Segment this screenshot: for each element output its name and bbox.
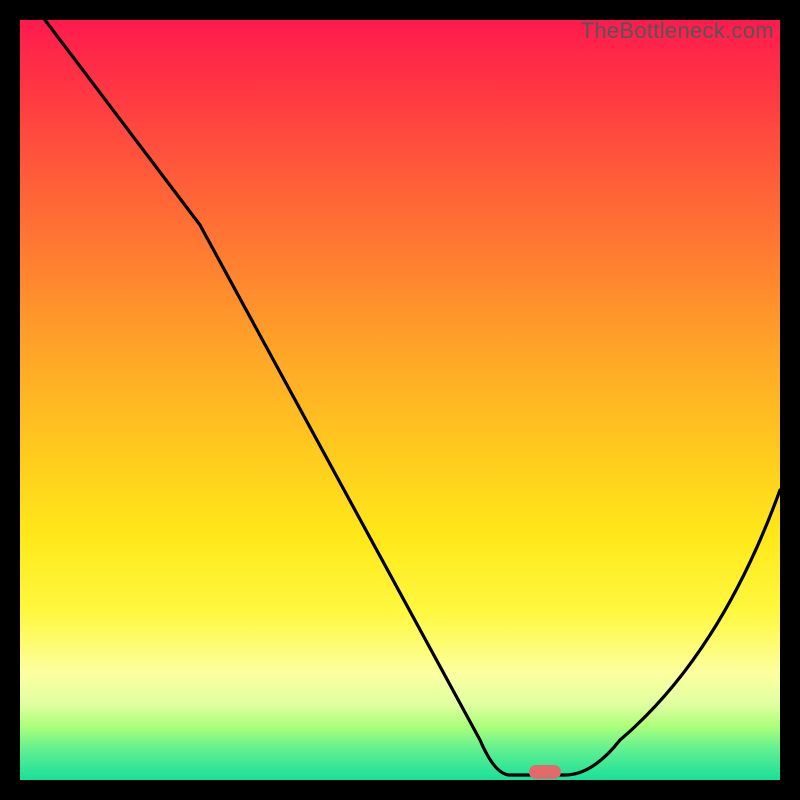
optimal-marker [529, 765, 561, 779]
chart-frame: TheBottleneck.com [0, 0, 800, 800]
plot-area: TheBottleneck.com [20, 20, 780, 780]
curve-path [45, 20, 780, 775]
bottleneck-curve [20, 20, 780, 780]
